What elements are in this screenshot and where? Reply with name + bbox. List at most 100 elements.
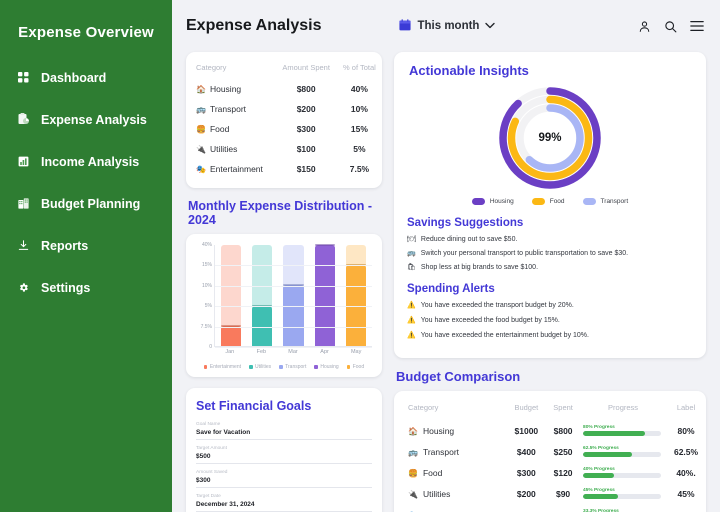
goal-name-input[interactable]: Save for Vacation (196, 429, 372, 440)
table-row[interactable]: 🚌 Transport $200 10% (186, 99, 382, 119)
topbar: Expense Analysis This month (172, 0, 720, 52)
topbar-icons (638, 20, 704, 33)
column-header-category: Category (196, 63, 227, 72)
column-header-spent: Spent (553, 403, 573, 412)
legend-item[interactable]: Utilities (249, 364, 271, 370)
period-selector[interactable]: This month (399, 18, 496, 34)
cell-budget: $150 (507, 504, 547, 512)
progress-label: 40% Progress (583, 467, 615, 472)
amount-saved-field[interactable]: Amount Saved $300 (196, 470, 372, 488)
target-date-field[interactable]: Target Date December 31, 2024 (196, 494, 372, 512)
legend-item[interactable]: Food (346, 364, 364, 370)
cell-amount: $100 (296, 144, 316, 154)
target-amount-field[interactable]: Target Amount $500 (196, 446, 372, 464)
amount-saved-input[interactable]: $300 (196, 477, 372, 488)
sidebar-item-budget-planning[interactable]: Budget Planning (0, 189, 172, 219)
budget-comparison-section: Budget Comparison Category Budget Spent … (394, 369, 706, 512)
warning-emoji-icon: ⚠️ (407, 302, 416, 309)
table-row[interactable]: 🎭Entertainment$150$5033.3% Progress33.3% (394, 504, 706, 512)
hamburger-menu-icon[interactable] (690, 20, 704, 32)
sidebar-item-label: Settings (41, 281, 91, 295)
x-axis-tick: Apr (320, 349, 329, 355)
legend-label: Transport (285, 364, 307, 370)
cell-progress: 33.3% Progress (580, 504, 666, 512)
warning-emoji-icon: ⚠️ (407, 317, 416, 324)
bar-chart: 40% 15% 10% 5% 7.5% 0 Jan Feb Mar Apr May Enterta… (186, 234, 382, 377)
spending-alerts-title: Spending Alerts (407, 283, 495, 295)
sidebar-item-dashboard[interactable]: Dashboard (0, 63, 172, 93)
gridline (215, 306, 372, 308)
cell-label: 80% (677, 425, 695, 436)
search-icon[interactable] (664, 20, 677, 33)
cell-amount: $150 (296, 164, 316, 174)
progress-wrapper: 40% Progress (583, 467, 662, 478)
alert-text: You have exceeded the transport budget b… (420, 301, 574, 309)
house-emoji-icon: 🏠 (196, 85, 206, 94)
bar-slot[interactable] (246, 245, 277, 346)
legend-swatch (346, 365, 351, 369)
cell-percent: 15% (350, 124, 368, 134)
legend-item[interactable]: Housing (314, 364, 339, 370)
actionable-insights-card: Actionable Insights 99% Housing Food Trans… (394, 52, 706, 358)
bar-slot[interactable] (341, 245, 372, 346)
bar-slot[interactable] (278, 245, 309, 346)
table-row[interactable]: 🚌 Transport $400 $250 62.5% Progress 62.5% (394, 441, 706, 462)
table-row[interactable]: 🍔 Food $300 15% (186, 119, 382, 139)
calculator-icon (16, 197, 31, 211)
cell-amount: $200 (296, 104, 316, 114)
cell-progress: 62.5% Progress (580, 441, 666, 462)
cell-percent: 40% (350, 84, 368, 94)
cell-category: Housing (209, 84, 242, 94)
cell-progress: 45% Progress (580, 483, 666, 504)
user-icon[interactable] (638, 20, 651, 33)
cell-budget: $400 (516, 446, 536, 457)
insights-title: Actionable Insights (409, 63, 529, 78)
goal-name-field[interactable]: Goal Name Save for Vacation (196, 422, 372, 440)
sidebar-item-label: Expense Analysis (41, 113, 147, 127)
legend-swatch (279, 365, 283, 369)
sidebar-item-reports[interactable]: Reports (0, 231, 172, 261)
suggestion-text: Shop less at big brands to save $100. (420, 263, 539, 271)
table-row[interactable]: 🍔 Food $300 $120 40% Progress 40%. (394, 462, 706, 483)
bar-slot[interactable] (215, 245, 246, 346)
donut-legend-item[interactable]: Housing (471, 198, 514, 205)
cell-amount: $300 (296, 124, 316, 134)
alert-item: ⚠️ You have exceeded the transport budget… (407, 301, 693, 310)
gear-icon (16, 282, 31, 295)
donut-legend-item[interactable]: Food (531, 198, 565, 205)
cell-progress: 40% Progress (580, 462, 666, 483)
legend-item[interactable]: Entertainment (203, 364, 241, 370)
budget-comparison-card: Category Budget Spent Progress Label 🏠 Ho… (394, 391, 706, 512)
target-amount-input[interactable]: $500 (196, 453, 372, 464)
donut-legend: Housing Food Transport (407, 198, 693, 205)
legend-swatch (531, 198, 545, 205)
table-row[interactable]: 🎭 Entertainment $150 7.5% (186, 159, 382, 179)
bar-slot[interactable] (309, 244, 340, 346)
progress-fill (583, 494, 619, 499)
sidebar-item-expense-analysis[interactable]: Expense Analysis (0, 105, 172, 135)
burger-emoji-icon: 🍔 (196, 125, 206, 134)
sidebar-item-settings[interactable]: Settings (0, 273, 172, 303)
column-header-label: Label (676, 403, 696, 412)
legend-label: Housing (489, 198, 514, 205)
field-label: Target Date (196, 494, 221, 499)
right-column: Actionable Insights 99% Housing Food Trans… (394, 52, 706, 512)
expense-summary-card: Category Amount Spent % of Total 🏠 Housin… (186, 52, 382, 188)
bus-emoji-icon: 🚌 (196, 105, 206, 114)
legend-swatch (203, 365, 208, 369)
progress-fill (583, 452, 632, 457)
legend-swatch (314, 365, 318, 369)
table-row[interactable]: 🏠 Housing $800 40% (186, 79, 382, 99)
legend-item[interactable]: Transport (279, 364, 306, 370)
y-axis-tick: 10% (201, 282, 212, 289)
table-row[interactable]: 🔌 Utilities $200 $90 45% Progress 45% (394, 483, 706, 504)
target-date-input[interactable]: December 31, 2024 (196, 501, 372, 512)
cell-category: Utilities (209, 144, 238, 154)
sidebar-item-income-analysis[interactable]: Income Analysis (0, 147, 172, 177)
donut-legend-item[interactable]: Transport (582, 198, 628, 205)
table-row[interactable]: 🔌 Utilities $100 5% (186, 139, 382, 159)
bar-fill (283, 285, 304, 346)
cell-category: Entertainment (209, 164, 263, 174)
table-row[interactable]: 🏠 Housing $1000 $800 80% Progress 80% (394, 420, 706, 441)
donut-center-value: 99% (538, 132, 562, 144)
